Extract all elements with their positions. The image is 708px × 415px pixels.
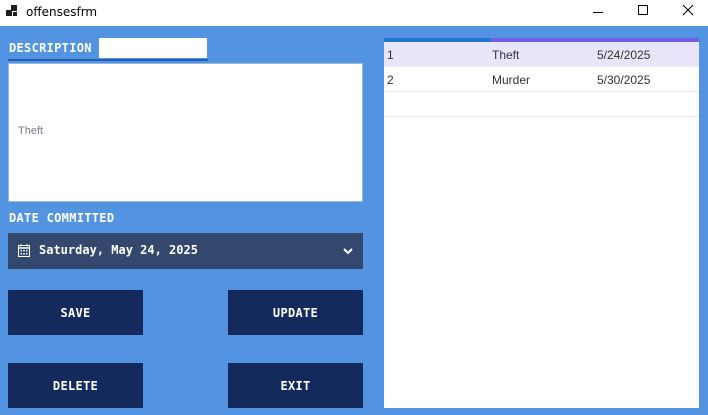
description-input[interactable] — [99, 38, 207, 58]
exit-button[interactable]: EXIT — [228, 363, 363, 408]
close-button[interactable] — [665, 0, 708, 26]
delete-button[interactable]: DELETE — [8, 363, 143, 408]
date-picker[interactable]: Saturday, May 24, 2025 — [8, 233, 363, 269]
window-title: offensesfrm — [26, 5, 98, 19]
date-committed-label: DATE COMMITTED — [9, 211, 115, 225]
row-offense: Murder — [492, 73, 531, 87]
row-date: 5/30/2025 — [597, 73, 651, 87]
offenses-grid[interactable]: 1 Theft 5/24/2025 2 Murder 5/30/2025 — [384, 38, 699, 408]
minimize-icon — [593, 12, 603, 13]
row-id: 1 — [387, 48, 394, 62]
minimize-button[interactable] — [575, 0, 621, 26]
row-date: 5/24/2025 — [597, 48, 651, 62]
maximize-button[interactable] — [620, 0, 666, 26]
table-row[interactable]: 1 Theft 5/24/2025 — [384, 42, 699, 67]
close-icon — [682, 4, 694, 16]
title-bar: offensesfrm — [0, 0, 708, 26]
update-button[interactable]: UPDATE — [228, 290, 363, 335]
row-offense: Theft — [492, 48, 520, 62]
form-client-area: DESCRIPTION Theft DATE COMMITTED Saturda… — [0, 26, 708, 415]
description-textarea[interactable]: Theft — [8, 63, 363, 202]
table-row[interactable]: 2 Murder 5/30/2025 — [384, 67, 699, 92]
row-id: 2 — [387, 73, 394, 87]
date-value: Saturday, May 24, 2025 — [39, 243, 198, 257]
table-row-empty[interactable] — [384, 92, 699, 117]
calendar-icon — [18, 244, 30, 257]
description-label: DESCRIPTION — [9, 41, 92, 55]
maximize-icon — [638, 5, 648, 15]
description-underline — [8, 59, 208, 61]
chevron-down-icon[interactable] — [342, 247, 354, 255]
description-text: Theft — [18, 125, 44, 137]
app-icon — [6, 5, 20, 19]
save-button[interactable]: SAVE — [8, 290, 143, 335]
